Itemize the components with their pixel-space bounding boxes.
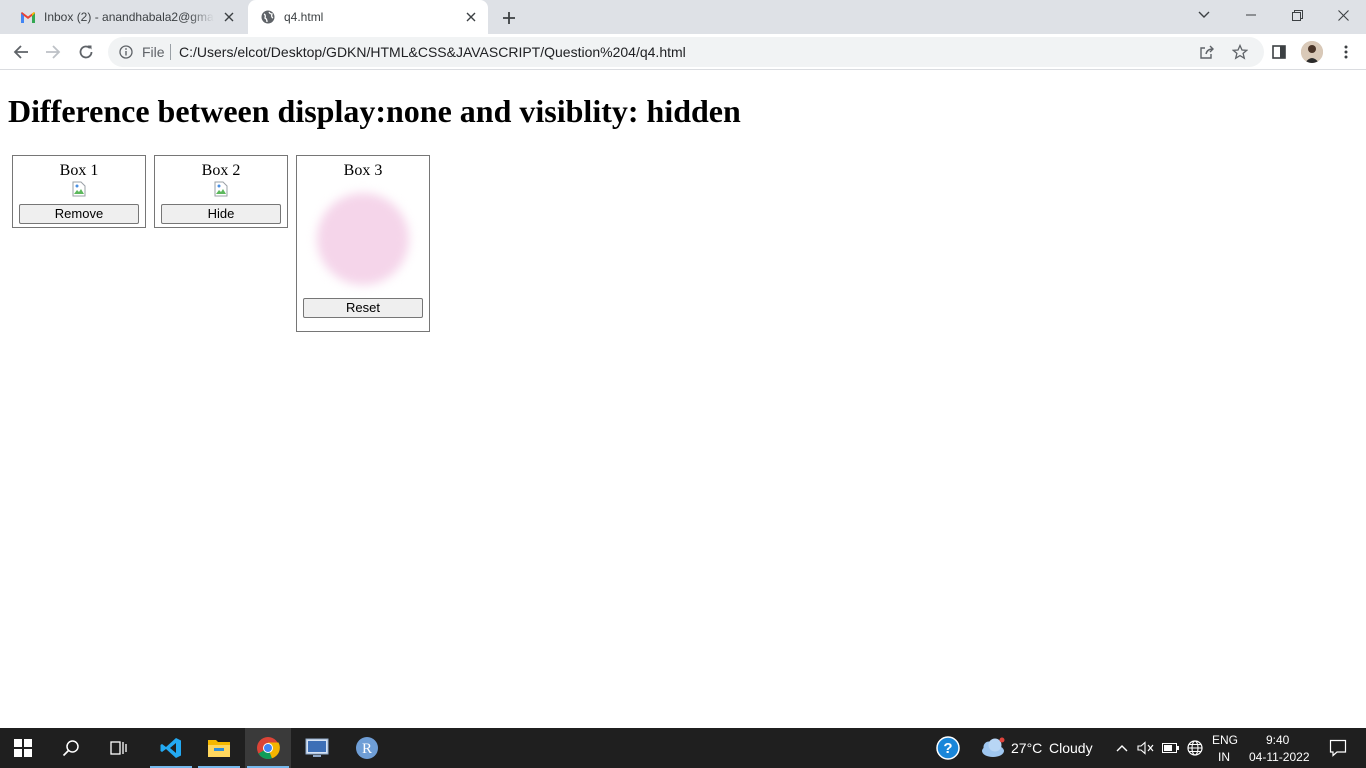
search-button[interactable] (48, 728, 94, 768)
show-hidden-icons-button[interactable] (1110, 728, 1134, 768)
task-view-icon (110, 741, 127, 755)
weather-temp: 27°C (1011, 740, 1043, 756)
broken-image-icon (71, 181, 87, 197)
box-1: Box 1 Remove (12, 155, 146, 228)
close-tab-icon[interactable] (222, 10, 236, 24)
tab-q4-html[interactable]: q4.html (248, 0, 488, 34)
notifications-button[interactable] (1318, 728, 1358, 768)
remove-button[interactable]: Remove (19, 204, 139, 224)
share-icon[interactable] (1198, 43, 1216, 61)
hide-button[interactable]: Hide (161, 204, 281, 224)
tab-strip: Inbox (2) - anandhabala2@gmail.com - Gma… (0, 0, 1366, 34)
remote-desktop-app[interactable] (294, 728, 340, 768)
box-label: Box 3 (343, 162, 383, 179)
network-button[interactable] (1183, 728, 1207, 768)
remote-desktop-icon (305, 738, 329, 757)
tab-title: Inbox (2) - anandhabala2@gmail.com - Gma… (44, 10, 214, 24)
globe-network-icon (1187, 740, 1203, 756)
r-icon: R (356, 737, 378, 759)
bookmark-star-icon[interactable] (1231, 43, 1249, 61)
more-vert-icon (1344, 45, 1348, 59)
chevron-up-icon (1116, 745, 1128, 752)
file-explorer-app[interactable] (196, 728, 242, 768)
side-panel-icon (1272, 45, 1286, 59)
restore-icon (1291, 9, 1303, 21)
pink-blur-circle (317, 193, 409, 285)
info-icon[interactable] (118, 44, 134, 60)
windows-start-icon (14, 739, 32, 757)
box-label: Box 1 (59, 162, 99, 179)
page-content: Difference between display:none and visi… (0, 71, 1366, 728)
new-tab-button[interactable] (498, 7, 520, 29)
minimize-button[interactable] (1228, 0, 1274, 30)
weather-condition: Cloudy (1049, 740, 1093, 756)
chrome-app[interactable] (245, 728, 291, 768)
windows-taskbar: R ? 27°C Cloudy ENG IN 9:40 04-11-2022 (0, 728, 1366, 768)
chevron-down-icon (1198, 11, 1210, 18)
page-title: Difference between display:none and visi… (8, 93, 741, 129)
restore-button[interactable] (1274, 0, 1320, 30)
side-panel-button[interactable] (1268, 41, 1290, 63)
plus-icon (503, 12, 515, 24)
vscode-app[interactable] (148, 728, 194, 768)
chrome-icon (257, 737, 280, 760)
notification-icon (1329, 739, 1347, 757)
volume-muted-icon (1137, 741, 1154, 755)
tab-title: q4.html (284, 10, 324, 24)
battery-icon (1162, 743, 1179, 753)
weather-widget[interactable]: 27°C Cloudy (976, 728, 1096, 768)
svg-text:R: R (362, 741, 372, 757)
language-line2: IN (1218, 750, 1230, 764)
reset-button[interactable]: Reset (303, 298, 423, 318)
tab-search-button[interactable] (1181, 0, 1227, 30)
minimize-icon (1246, 14, 1256, 16)
browser-toolbar: File C:/Users/elcot/Desktop/GDKN/HTML&CS… (0, 34, 1366, 70)
scheme-label: File (142, 44, 165, 60)
tab-gmail-inbox[interactable]: Inbox (2) - anandhabala2@gmail.com - Gma… (8, 0, 246, 34)
start-button[interactable] (0, 728, 46, 768)
task-view-button[interactable] (96, 728, 142, 768)
divider (170, 44, 171, 60)
cloud-icon (978, 737, 1006, 764)
close-icon (1337, 9, 1349, 21)
forward-button[interactable] (39, 38, 67, 66)
volume-button[interactable] (1134, 728, 1158, 768)
address-bar[interactable]: File C:/Users/elcot/Desktop/GDKN/HTML&CS… (108, 37, 1264, 67)
help-icon: ? (936, 736, 960, 760)
broken-image-icon (213, 181, 229, 197)
profile-avatar[interactable] (1301, 41, 1323, 63)
box-3: Box 3 Reset (296, 155, 430, 332)
gmail-icon (20, 9, 36, 25)
reload-icon (79, 45, 93, 59)
clock-date: 04-11-2022 (1249, 750, 1310, 764)
close-tab-icon[interactable] (464, 10, 478, 24)
arrow-left-icon (13, 45, 28, 59)
search-icon (62, 740, 79, 757)
close-window-button[interactable] (1320, 0, 1366, 30)
arrow-right-icon (46, 45, 61, 59)
back-button[interactable] (7, 38, 35, 66)
box-label: Box 2 (201, 162, 241, 179)
menu-button[interactable] (1335, 41, 1357, 63)
battery-button[interactable] (1159, 728, 1183, 768)
box-2: Box 2 Hide (154, 155, 288, 228)
clock[interactable]: 9:40 04-11-2022 (1244, 728, 1314, 768)
language-line1: ENG (1212, 733, 1239, 747)
vscode-icon (160, 738, 181, 758)
file-explorer-icon (208, 740, 230, 757)
help-button[interactable]: ? (925, 728, 971, 768)
svg-text:?: ? (943, 740, 952, 757)
clock-time: 9:40 (1266, 733, 1290, 747)
url-text[interactable]: C:/Users/elcot/Desktop/GDKN/HTML&CSS&JAV… (179, 45, 686, 59)
reload-button[interactable] (72, 38, 100, 66)
r-app[interactable]: R (344, 728, 390, 768)
language-indicator[interactable]: ENG IN (1208, 728, 1242, 768)
globe-icon (260, 9, 276, 25)
